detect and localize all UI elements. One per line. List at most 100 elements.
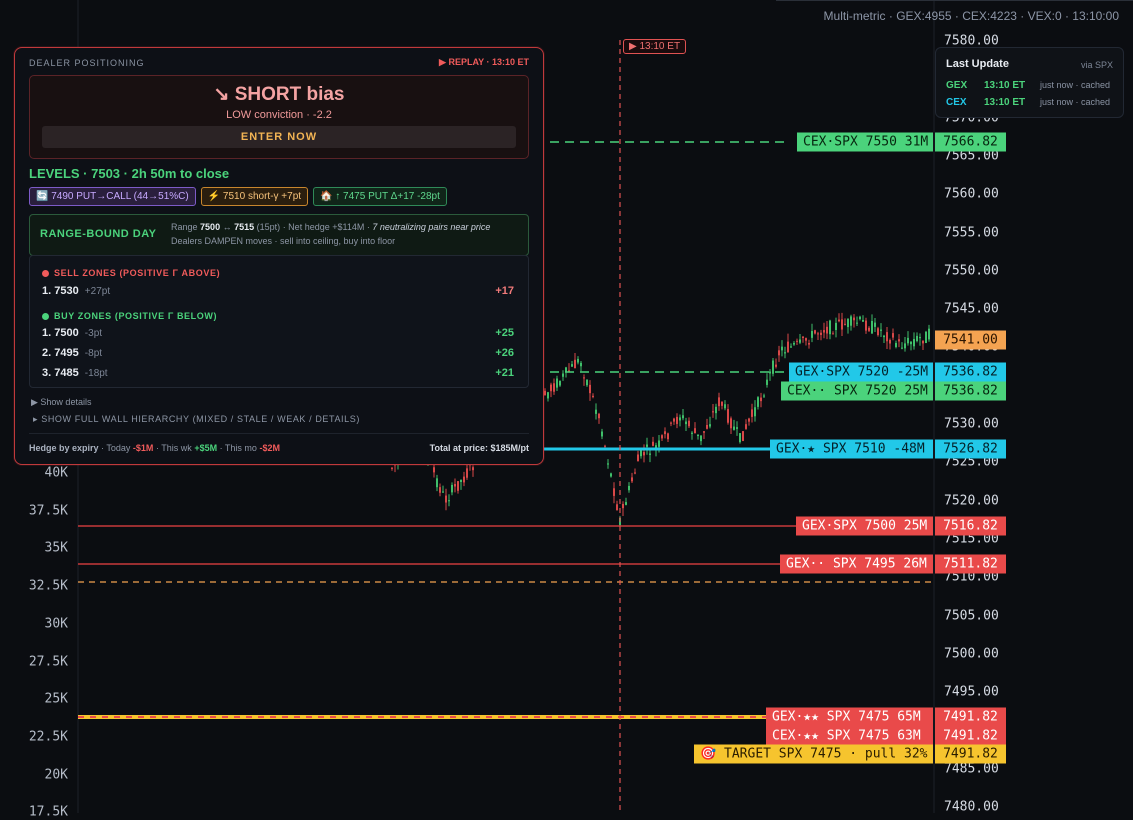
candle-body (448, 500, 450, 502)
level-tag-gex-7475[interactable]: GEX·★★ SPX 7475 65M (766, 707, 933, 727)
candle-body (763, 395, 765, 397)
zone-level: 7500 (54, 327, 79, 339)
last-update-row-gex: GEX 13:10 ET just now · cached (946, 80, 1110, 91)
candle-body (829, 320, 831, 335)
candle-body (787, 341, 789, 353)
last-update-time: 13:10 ET (984, 97, 1026, 108)
level-tag-gex-7500[interactable]: GEX·SPX 7500 25M (796, 516, 933, 536)
level-tag-gex-7520[interactable]: GEX·SPX 7520 -25M (789, 362, 933, 382)
candle-body (769, 371, 771, 374)
zone-index: 2. (42, 347, 52, 359)
volume-axis-label: 30K (44, 616, 68, 632)
candle-body (556, 378, 558, 388)
candle-body (703, 431, 705, 433)
candle-body (742, 431, 744, 441)
price-axis-label: 7560.00 (944, 186, 999, 202)
candle-body (736, 427, 738, 429)
sell-zones-heading: SELL ZONES (POSITIVE Γ ABOVE) (42, 268, 220, 278)
candle-body (811, 331, 813, 338)
candle-body (766, 379, 768, 385)
buy-zones-heading-label: BUY ZONES (POSITIVE Γ BELOW) (54, 311, 218, 321)
candle-body (592, 395, 594, 397)
candle-body (643, 452, 645, 456)
level-tag-cex-7475[interactable]: CEX·★★ SPX 7475 63M (766, 726, 933, 746)
volume-axis-label: 35K (44, 540, 68, 556)
candle-body (907, 337, 909, 344)
price-axis-label: 7530.00 (944, 416, 999, 432)
range-low: 7500 (200, 222, 221, 232)
show-details-toggle[interactable]: ▶ Show details (31, 397, 91, 408)
level-tag-gex-7495[interactable]: GEX·· SPX 7495 26M (780, 554, 933, 574)
zone-offset: -3pt (84, 328, 103, 339)
show-full-hierarchy-toggle[interactable]: ▸ SHOW FULL WALL HIERARCHY (MIXED / STAL… (33, 414, 360, 425)
price-axis-label: 7555.00 (944, 225, 999, 240)
candle-body (682, 415, 684, 419)
chip-put-call-flip[interactable]: 🔄 7490 PUT→CALL (44→51%C) (29, 187, 196, 206)
candle-body (649, 453, 651, 455)
zone-level: 7495 (54, 347, 79, 359)
candle-body (628, 485, 630, 491)
volume-axis-label: 40K (44, 465, 68, 481)
candle-body (664, 431, 666, 435)
level-tag-gex-7510[interactable]: GEX·★ SPX 7510 -48M (770, 439, 933, 459)
candle-body (721, 401, 723, 406)
candle-body (433, 467, 435, 473)
last-update-title: Last Update (946, 58, 1009, 70)
target-tag[interactable]: 🎯 TARGET SPX 7475 · pull 32% (694, 744, 933, 764)
candle-body (883, 335, 885, 338)
level-price-gex-7495: 7511.82 (935, 554, 1006, 574)
last-update-source: via SPX (1080, 60, 1113, 70)
range-pairs: 7 neutralizing pairs near price (372, 222, 491, 232)
range-title: RANGE-BOUND DAY (40, 228, 157, 240)
hedge-month-label: · This mo (219, 443, 257, 453)
candle-body (871, 320, 873, 334)
level-tag-cex-7550[interactable]: CEX·SPX 7550 31M (797, 132, 933, 152)
candle-body (898, 339, 900, 342)
candle-body (778, 350, 780, 356)
candle-body (814, 330, 816, 334)
last-update-card: Last Update via SPX GEX 13:10 ET just no… (935, 47, 1124, 118)
candle-body (622, 503, 624, 509)
candle-body (601, 431, 603, 437)
zone-level: 7530 (54, 285, 79, 297)
volume-axis-label: 27.5K (28, 654, 68, 669)
level-tag-cex-7520[interactable]: CEX·· SPX 7520 25M (781, 381, 933, 401)
metric-status-bar: Multi-metric · GEX:4955 · CEX:4223 · VEX… (823, 9, 1119, 23)
level-price-gex-7520: 7536.82 (935, 362, 1006, 382)
candle-body (439, 487, 441, 493)
buy-zone-row[interactable]: 2. 7495 -8pt +26 (42, 347, 514, 359)
candle-body (595, 409, 597, 414)
candle-body (730, 418, 732, 429)
volume-axis-label: 37.5K (28, 503, 68, 519)
candle-body (718, 397, 720, 407)
sell-zone-row[interactable]: 1. 7530 +27pt +17 (42, 285, 514, 297)
candle-body (850, 316, 852, 326)
price-axis-label: 7500.00 (944, 646, 999, 662)
candle-body (673, 418, 675, 422)
candle-body (760, 397, 762, 402)
range-high: 7515 (234, 222, 255, 232)
candle-body (853, 317, 855, 321)
candle-body (625, 502, 627, 505)
price-axis-label: 7505.00 (944, 608, 999, 623)
chip-put-support[interactable]: 🏠 ↑ 7475 PUT Δ+17 -28pt (313, 187, 447, 206)
buy-zone-row[interactable]: 1. 7500 -3pt +25 (42, 327, 514, 339)
candle-body (679, 417, 681, 421)
last-update-key: GEX (946, 80, 968, 91)
enter-now-button[interactable]: ENTER NOW (42, 126, 516, 148)
candle-body (781, 346, 783, 351)
buy-zone-row[interactable]: 3. 7485 -18pt +21 (42, 367, 514, 379)
candle-body (688, 420, 690, 427)
candle-body (460, 479, 462, 483)
zone-offset: -18pt (84, 368, 108, 379)
candle-body (856, 322, 858, 324)
candle-body (391, 467, 393, 469)
candle-body (895, 342, 897, 348)
candle-body (442, 491, 444, 493)
candle-body (667, 433, 669, 440)
candle-body (562, 373, 564, 377)
chip-short-gamma[interactable]: ⚡ 7510 short-γ +7pt (200, 187, 309, 206)
candle-body (754, 407, 756, 417)
candle-body (928, 328, 930, 340)
replay-indicator[interactable]: ▶ REPLAY · 13:10 ET (439, 57, 529, 68)
